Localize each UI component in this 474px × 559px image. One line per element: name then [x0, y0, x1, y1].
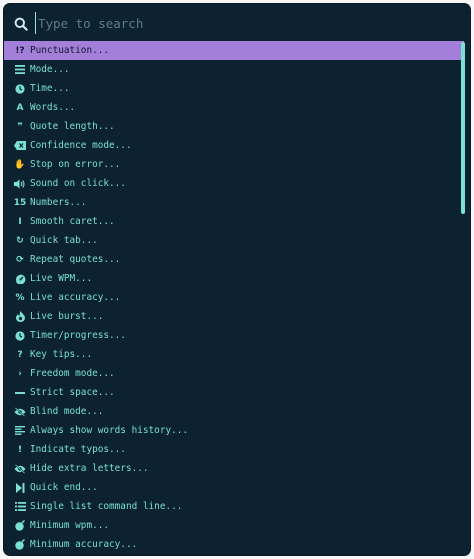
command-item[interactable]: Time... [4, 79, 464, 98]
bars-icon [14, 64, 26, 76]
command-label: Blind mode... [30, 406, 104, 417]
fire-icon [14, 311, 26, 323]
command-label: Timer/progress... [30, 330, 126, 341]
command-label: Live WPM... [30, 273, 93, 284]
command-label: Quick end... [30, 482, 98, 493]
eye-slash-icon [14, 406, 26, 418]
command-item[interactable]: › Freedom mode... [4, 364, 464, 383]
list-icon [14, 501, 26, 513]
command-item[interactable]: ❞ Quote length... [4, 117, 464, 136]
command-item[interactable]: Quick end... [4, 478, 464, 497]
command-label: Minimum wpm... [30, 520, 110, 531]
command-label: Key tips... [30, 349, 93, 360]
command-item[interactable]: ↻ Quick tab... [4, 231, 464, 250]
command-label: Single list command line... [30, 501, 183, 512]
search-input[interactable] [35, 12, 438, 34]
search-bar [4, 4, 470, 40]
command-item[interactable]: ✋ Stop on error... [4, 155, 464, 174]
command-item[interactable]: ⟳ Repeat quotes... [4, 250, 464, 269]
command-item[interactable]: Minimum accuracy... [4, 535, 464, 554]
command-item[interactable]: Mode... [4, 60, 464, 79]
command-label: Stop on error... [30, 159, 121, 170]
command-list: !? Punctuation... Mode... Time... A Words... ❞… [4, 41, 464, 555]
command-item[interactable]: Strict space... [4, 383, 464, 402]
gauge-icon [14, 273, 26, 285]
exclamation-icon: ! [17, 444, 23, 455]
command-label: Time... [30, 83, 70, 94]
command-item[interactable]: Hide extra letters... [4, 459, 464, 478]
quote-icon: ❞ [17, 121, 23, 132]
command-label: Repeat quotes... [30, 254, 121, 265]
eye-slash-icon [14, 463, 26, 475]
command-item[interactable]: Single list command line... [4, 497, 464, 516]
redo-icon: ↻ [16, 235, 24, 246]
command-label: Always show words history... [30, 425, 189, 436]
text-cursor-icon: I [18, 216, 22, 227]
letter-a-icon: A [16, 102, 24, 113]
clock-icon [14, 330, 26, 342]
search-icon [14, 16, 28, 31]
command-label: Strict space... [30, 387, 115, 398]
command-item[interactable]: I Smooth caret... [4, 212, 464, 231]
numbers-icon: 15 [13, 197, 27, 208]
command-label: Words... [30, 102, 76, 113]
bomb-icon [14, 539, 26, 551]
command-label: Sound on click... [30, 178, 126, 189]
backspace-icon [14, 140, 26, 152]
command-label: Live accuracy... [30, 292, 121, 303]
command-item[interactable]: Blind mode... [4, 402, 464, 421]
command-label: Minimum accuracy... [30, 539, 138, 550]
sync-icon: ⟳ [16, 254, 24, 265]
command-item[interactable]: 15 Numbers... [4, 193, 464, 212]
step-forward-icon [14, 482, 26, 494]
command-label: Freedom mode... [30, 368, 115, 379]
percent-icon: % [15, 292, 25, 303]
command-item[interactable]: ? Key tips... [4, 345, 464, 364]
command-item[interactable]: Always show words history... [4, 421, 464, 440]
command-label: Quick tab... [30, 235, 98, 246]
command-palette: !? Punctuation... Mode... Time... A Words... ❞… [4, 4, 470, 555]
command-label: Indicate typos... [30, 444, 126, 455]
command-label: Quote length... [30, 121, 115, 132]
command-item[interactable]: Timer/progress... [4, 326, 464, 345]
command-item[interactable]: % Live accuracy... [4, 288, 464, 307]
command-item[interactable]: A Words... [4, 98, 464, 117]
bomb-icon [14, 520, 26, 532]
command-item[interactable]: Sound on click... [4, 174, 464, 193]
align-left-icon [14, 425, 26, 437]
question-icon: ? [17, 349, 23, 360]
clock-icon [14, 83, 26, 95]
command-label: Smooth caret... [30, 216, 115, 227]
command-item[interactable]: ! Indicate typos... [4, 440, 464, 459]
scrollbar-thumb[interactable] [461, 42, 465, 214]
command-item[interactable]: Minimum wpm... [4, 516, 464, 535]
command-label: Punctuation... [30, 45, 110, 56]
hand-icon: ✋ [14, 159, 26, 170]
command-item[interactable]: !? Punctuation... [4, 41, 464, 60]
command-label: Mode... [30, 64, 70, 75]
volume-icon [14, 178, 26, 190]
minus-icon [14, 387, 26, 399]
command-label: Hide extra letters... [30, 463, 149, 474]
command-item[interactable]: Live WPM... [4, 269, 464, 288]
command-label: Live burst... [30, 311, 104, 322]
command-item[interactable]: Live burst... [4, 307, 464, 326]
command-label: Numbers... [30, 197, 87, 208]
punctuation-icon: !? [15, 45, 25, 56]
command-item[interactable]: Confidence mode... [4, 136, 464, 155]
chevron-right-icon: › [18, 368, 22, 379]
command-label: Confidence mode... [30, 140, 132, 151]
